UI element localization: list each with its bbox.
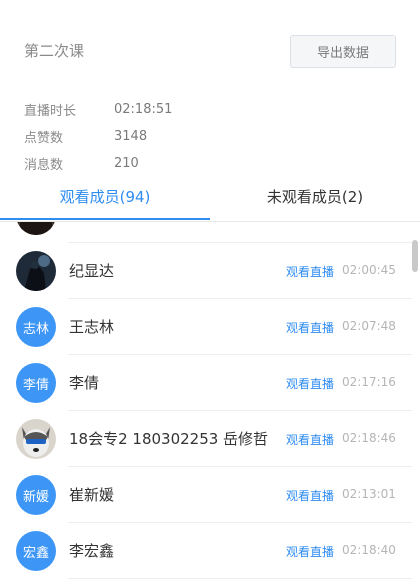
row-divider xyxy=(68,578,412,579)
member-row[interactable]: 纪显达 观看直播 02:00:45 xyxy=(0,243,420,299)
stat-value: 210 xyxy=(114,156,139,171)
member-name: 崔新媛 xyxy=(69,486,115,504)
avatar: 李倩 xyxy=(16,363,56,403)
watch-duration: 02:18:40 xyxy=(342,543,396,557)
avatar: 宏鑫 xyxy=(16,531,56,571)
watch-status-link[interactable]: 观看直播 xyxy=(286,431,334,448)
avatar: 新媛 xyxy=(16,475,56,515)
member-tabs: 观看成员(94) 未观看成员(2) xyxy=(0,172,420,222)
member-row[interactable]: 巩浩观看直播02:16:48 xyxy=(0,222,420,243)
watch-status-link[interactable]: 观看直播 xyxy=(286,543,334,560)
watch-status-link[interactable]: 观看直播 xyxy=(286,319,334,336)
stat-label: 点赞数 xyxy=(24,131,64,146)
stat-value: 02:18:51 xyxy=(114,102,173,117)
watch-duration: 02:00:45 xyxy=(342,263,396,277)
stat-value: 3148 xyxy=(114,129,148,144)
avatar xyxy=(16,251,56,291)
member-row[interactable]: 李倩 李倩 观看直播 02:17:16 xyxy=(0,355,420,411)
tab-not-watched[interactable]: 未观看成员(2) xyxy=(210,172,420,220)
watch-duration: 02:17:16 xyxy=(342,375,396,389)
member-row[interactable]: 18会专2 180302253 岳修哲 观看直播 02:18:46 xyxy=(0,411,420,467)
watch-status-link[interactable]: 观看直播 xyxy=(286,263,334,280)
watch-status-link[interactable]: 观看直播 xyxy=(286,222,334,224)
member-name: 李倩 xyxy=(69,374,100,392)
member-row[interactable]: 新媛 崔新媛 观看直播 02:13:01 xyxy=(0,467,420,523)
member-list-content: 巩浩观看直播02:16:48纪显达观看直播02:00:45志林王志林观看直播02… xyxy=(0,222,420,579)
scrollbar[interactable] xyxy=(412,240,418,272)
member-name: 18会专2 180302253 岳修哲 xyxy=(69,430,269,448)
stats-panel: 直播时长 02:18:51 点赞数 3148 消息数 210 xyxy=(24,96,172,177)
member-row[interactable]: 志林 王志林 观看直播 02:07:48 xyxy=(0,299,420,355)
watch-duration: 02:13:01 xyxy=(342,487,396,501)
watch-duration: 02:07:48 xyxy=(342,319,396,333)
member-name: 纪显达 xyxy=(69,262,115,280)
member-name: 巩浩 xyxy=(69,222,99,225)
active-tab-indicator xyxy=(0,218,210,220)
export-data-button[interactable]: 导出数据 xyxy=(290,35,396,68)
lesson-title: 第二次课 xyxy=(24,42,85,60)
member-list[interactable]: 巩浩观看直播02:16:48纪显达观看直播02:00:45志林王志林观看直播02… xyxy=(0,222,420,588)
avatar xyxy=(16,222,56,235)
member-name: 李宏鑫 xyxy=(69,542,115,560)
header: 第二次课 导出数据 xyxy=(0,0,420,80)
avatar xyxy=(16,419,56,459)
avatar: 志林 xyxy=(16,307,56,347)
stat-duration: 直播时长 02:18:51 xyxy=(24,96,172,123)
watch-duration: 02:18:46 xyxy=(342,431,396,445)
member-row[interactable]: 宏鑫 李宏鑫 观看直播 02:18:40 xyxy=(0,523,420,579)
stat-label: 直播时长 xyxy=(24,104,77,119)
stat-likes: 点赞数 3148 xyxy=(24,123,172,150)
stat-label: 消息数 xyxy=(24,158,64,173)
tab-watched[interactable]: 观看成员(94) xyxy=(0,172,210,220)
watch-status-link[interactable]: 观看直播 xyxy=(286,375,334,392)
member-name: 王志林 xyxy=(69,318,115,336)
watch-status-link[interactable]: 观看直播 xyxy=(286,487,334,504)
